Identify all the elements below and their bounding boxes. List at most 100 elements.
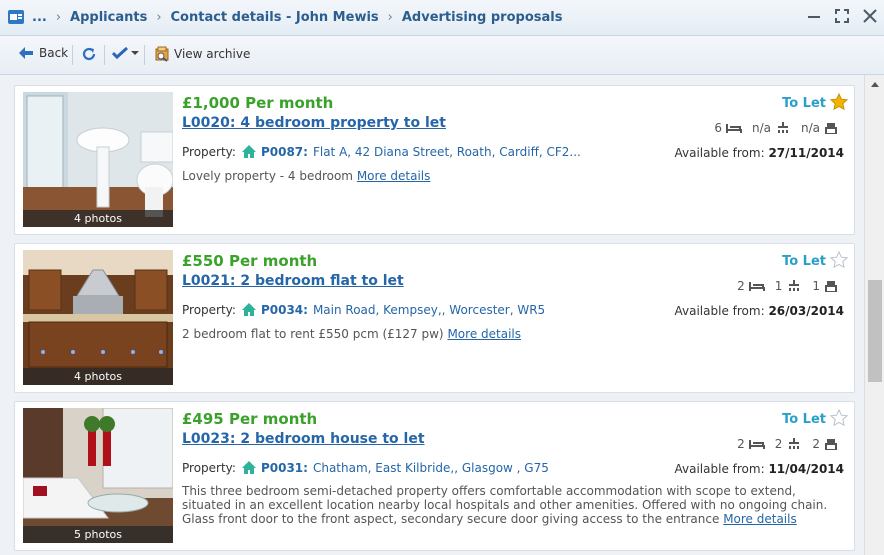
available-date: 26/03/2014 — [768, 304, 844, 318]
bathrooms-count: n/a — [751, 121, 771, 135]
breadcrumb-applicants[interactable]: Applicants — [70, 10, 147, 25]
bed-icon — [748, 440, 765, 449]
availability: Available from: 26/03/2014 — [675, 304, 844, 318]
receptions-count: n/a — [800, 121, 820, 135]
house-icon — [241, 303, 256, 316]
listing-title-link[interactable]: L0021: 2 bedroom flat to let — [182, 273, 404, 289]
listing-price: £550 Per month — [182, 252, 318, 270]
toolbar: Back View archive — [0, 36, 884, 75]
property-line: Property: P0031: Chatham, East Kilbride,… — [182, 460, 549, 475]
photo-count: 4 photos — [23, 210, 173, 227]
listing-photo[interactable]: 5 photos — [23, 408, 173, 543]
listing-description: Lovely property - 4 bedroom More details — [182, 169, 848, 183]
listings-panel: 4 photos £1,000 Per month L0020: 4 bedro… — [0, 75, 864, 555]
available-date: 27/11/2014 — [768, 146, 844, 160]
view-archive-button[interactable]: View archive — [154, 46, 250, 62]
shower-icon — [789, 438, 800, 449]
star-outline-icon[interactable] — [830, 251, 848, 269]
scroll-thumb[interactable] — [868, 280, 882, 382]
bathroom-photo-icon — [23, 92, 173, 227]
listing-price: £495 Per month — [182, 410, 318, 428]
status-label: To Let — [782, 412, 826, 427]
listing-photo[interactable]: 4 photos — [23, 250, 173, 385]
available-label: Available from: — [674, 304, 769, 318]
select-button[interactable] — [112, 46, 139, 60]
bathrooms-count: 1 — [774, 279, 783, 293]
property-id[interactable]: P0034: — [261, 303, 308, 317]
photo-count: 4 photos — [23, 368, 173, 385]
refresh-button[interactable] — [81, 46, 97, 62]
listing-description: This three bedroom semi-detached propert… — [182, 484, 848, 526]
scroll-up-arrow-icon[interactable] — [871, 82, 879, 87]
receptions-count: 1 — [812, 279, 820, 293]
property-address[interactable]: Chatham, East Kilbride,, Glasgow , G75 — [313, 461, 549, 475]
armchair-icon — [825, 439, 837, 450]
listing-card: 4 photos £1,000 Per month L0020: 4 bedro… — [14, 85, 855, 235]
house-icon — [241, 461, 256, 474]
bathrooms-count: 2 — [774, 437, 783, 451]
back-button[interactable]: Back — [18, 46, 68, 60]
breadcrumb-advertising-proposals: Advertising proposals — [401, 10, 563, 25]
breadcrumb: ... › Applicants › Contact details - Joh… — [32, 10, 562, 25]
property-address[interactable]: Flat A, 42 Diana Street, Roath, Cardiff,… — [313, 145, 581, 159]
bedrooms-count: 2 — [737, 279, 745, 293]
breadcrumb-ellipsis[interactable]: ... — [32, 10, 47, 25]
description-text: 2 bedroom flat to rent £550 pcm (£127 pw… — [182, 327, 444, 341]
status-label: To Let — [782, 96, 826, 111]
archive-icon — [155, 46, 169, 62]
availability: Available from: 11/04/2014 — [675, 462, 844, 476]
house-icon — [241, 145, 256, 158]
property-line: Property: P0087: Flat A, 42 Diana Street… — [182, 144, 581, 159]
bedrooms-count: 2 — [737, 437, 745, 451]
availability: Available from: 27/11/2014 — [675, 146, 844, 160]
listing-description: 2 bedroom flat to rent £550 pcm (£127 pw… — [182, 327, 848, 341]
more-details-link[interactable]: More details — [357, 169, 431, 183]
checkmark-icon — [112, 46, 128, 60]
kitchen-photo-icon — [23, 250, 173, 385]
armchair-icon — [825, 123, 837, 134]
breadcrumb-contact-details[interactable]: Contact details - John Mewis — [171, 10, 379, 25]
bed-icon — [748, 282, 765, 291]
property-label: Property: — [182, 460, 236, 475]
back-arrow-icon — [19, 47, 33, 59]
shower-icon — [789, 280, 800, 291]
property-features: 2 1 1 — [737, 279, 844, 293]
listing-price: £1,000 Per month — [182, 94, 334, 112]
title-bar: ... › Applicants › Contact details - Joh… — [0, 0, 884, 36]
chevron-down-icon — [131, 51, 139, 55]
maximize-icon[interactable] — [834, 8, 850, 24]
property-features: 6 n/a n/a — [714, 121, 844, 135]
app-icon[interactable] — [7, 9, 25, 25]
bed-icon — [725, 124, 742, 133]
breadcrumb-separator: › — [156, 10, 162, 25]
refresh-icon — [82, 47, 96, 61]
property-line: Property: P0034: Main Road, Kempsey,, Wo… — [182, 302, 545, 317]
view-archive-label: View archive — [174, 47, 251, 61]
listing-card: 5 photos £495 Per month L0023: 2 bedroom… — [14, 401, 855, 551]
listing-title-link[interactable]: L0023: 2 bedroom house to let — [182, 431, 425, 447]
property-label: Property: — [182, 144, 236, 159]
listing-card: 4 photos £550 Per month L0021: 2 bedroom… — [14, 243, 855, 393]
description-text: Lovely property - 4 bedroom — [182, 169, 353, 183]
status-label: To Let — [782, 254, 826, 269]
close-icon[interactable] — [862, 8, 878, 24]
property-features: 2 2 2 — [737, 437, 844, 451]
property-id[interactable]: P0087: — [261, 145, 308, 159]
vertical-scrollbar[interactable] — [864, 75, 884, 555]
minimize-icon[interactable] — [806, 8, 822, 24]
back-label: Back — [39, 46, 69, 60]
listing-title-link[interactable]: L0020: 4 bedroom property to let — [182, 115, 446, 131]
receptions-count: 2 — [812, 437, 820, 451]
shower-icon — [777, 122, 788, 133]
property-id[interactable]: P0031: — [261, 461, 308, 475]
more-details-link[interactable]: More details — [447, 327, 521, 341]
property-address[interactable]: Main Road, Kempsey,, Worcester, WR5 — [313, 303, 545, 317]
photo-count: 5 photos — [23, 526, 173, 543]
star-icon[interactable] — [830, 93, 848, 111]
more-details-link[interactable]: More details — [723, 512, 797, 526]
bedrooms-count: 6 — [714, 121, 722, 135]
star-outline-icon[interactable] — [830, 409, 848, 427]
listing-photo[interactable]: 4 photos — [23, 92, 173, 227]
property-label: Property: — [182, 302, 236, 317]
breadcrumb-separator: › — [387, 10, 393, 25]
